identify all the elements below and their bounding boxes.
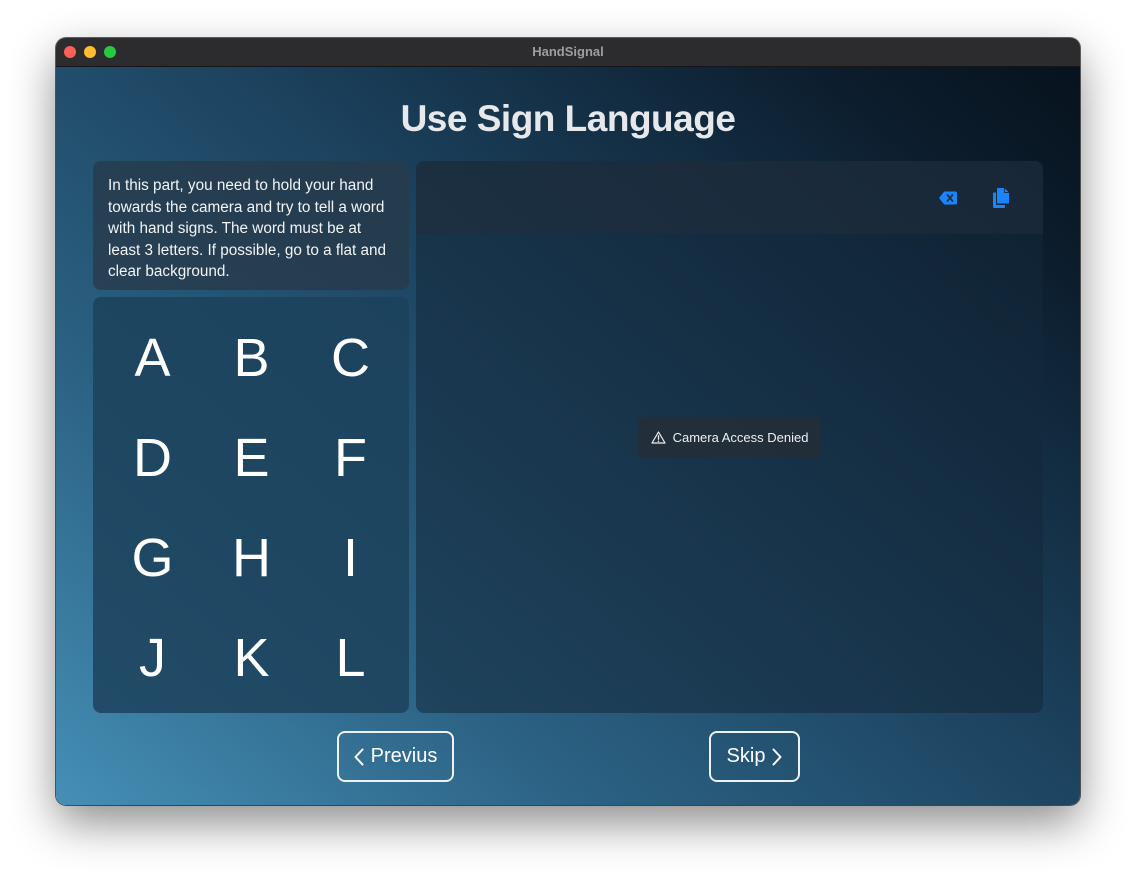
camera-status-text: Camera Access Denied bbox=[672, 430, 809, 445]
letter-g: G bbox=[131, 528, 174, 588]
instructions-text: In this part, you need to hold your hand… bbox=[108, 177, 387, 281]
page-title: Use Sign Language bbox=[400, 98, 736, 139]
letter-d: D bbox=[133, 428, 172, 488]
copy-document-icon bbox=[993, 188, 1009, 208]
camera-status: Camera Access Denied bbox=[638, 417, 821, 458]
skip-button-label: Skip bbox=[726, 745, 766, 767]
skip-button[interactable]: Skip bbox=[709, 731, 800, 782]
delete-letter-button[interactable] bbox=[935, 185, 961, 211]
chevron-right-icon bbox=[772, 748, 782, 765]
previous-button-label: Previus bbox=[370, 745, 438, 767]
letter-k: K bbox=[233, 628, 270, 688]
letter-l: L bbox=[335, 628, 366, 688]
chevron-left-icon bbox=[354, 748, 364, 765]
letter-a: A bbox=[134, 328, 171, 388]
app-window: HandSignal Use Sign Language In this par… bbox=[56, 38, 1080, 805]
camera-panel: Camera Access Denied bbox=[416, 161, 1043, 713]
letter-f: F bbox=[334, 428, 367, 488]
window-title: HandSignal bbox=[532, 44, 604, 59]
letters-grid: A B C D E F G H I J K L bbox=[103, 308, 400, 708]
instructions-panel: In this part, you need to hold your hand… bbox=[93, 161, 409, 290]
title-bar: HandSignal bbox=[56, 38, 1080, 67]
letters-panel: A B C D E F G H I J K L bbox=[93, 297, 409, 713]
word-toolbar bbox=[416, 161, 1043, 234]
letter-i: I bbox=[342, 528, 358, 588]
warning-triangle-icon bbox=[650, 431, 666, 444]
previous-button[interactable]: Previus bbox=[337, 731, 454, 782]
letter-j: J bbox=[139, 628, 166, 688]
letter-e: E bbox=[233, 428, 270, 488]
letter-c: C bbox=[331, 328, 370, 388]
delete-backward-icon bbox=[939, 191, 957, 205]
letter-h: H bbox=[232, 528, 271, 588]
letter-b: B bbox=[233, 328, 270, 388]
copy-word-button[interactable] bbox=[988, 185, 1014, 211]
